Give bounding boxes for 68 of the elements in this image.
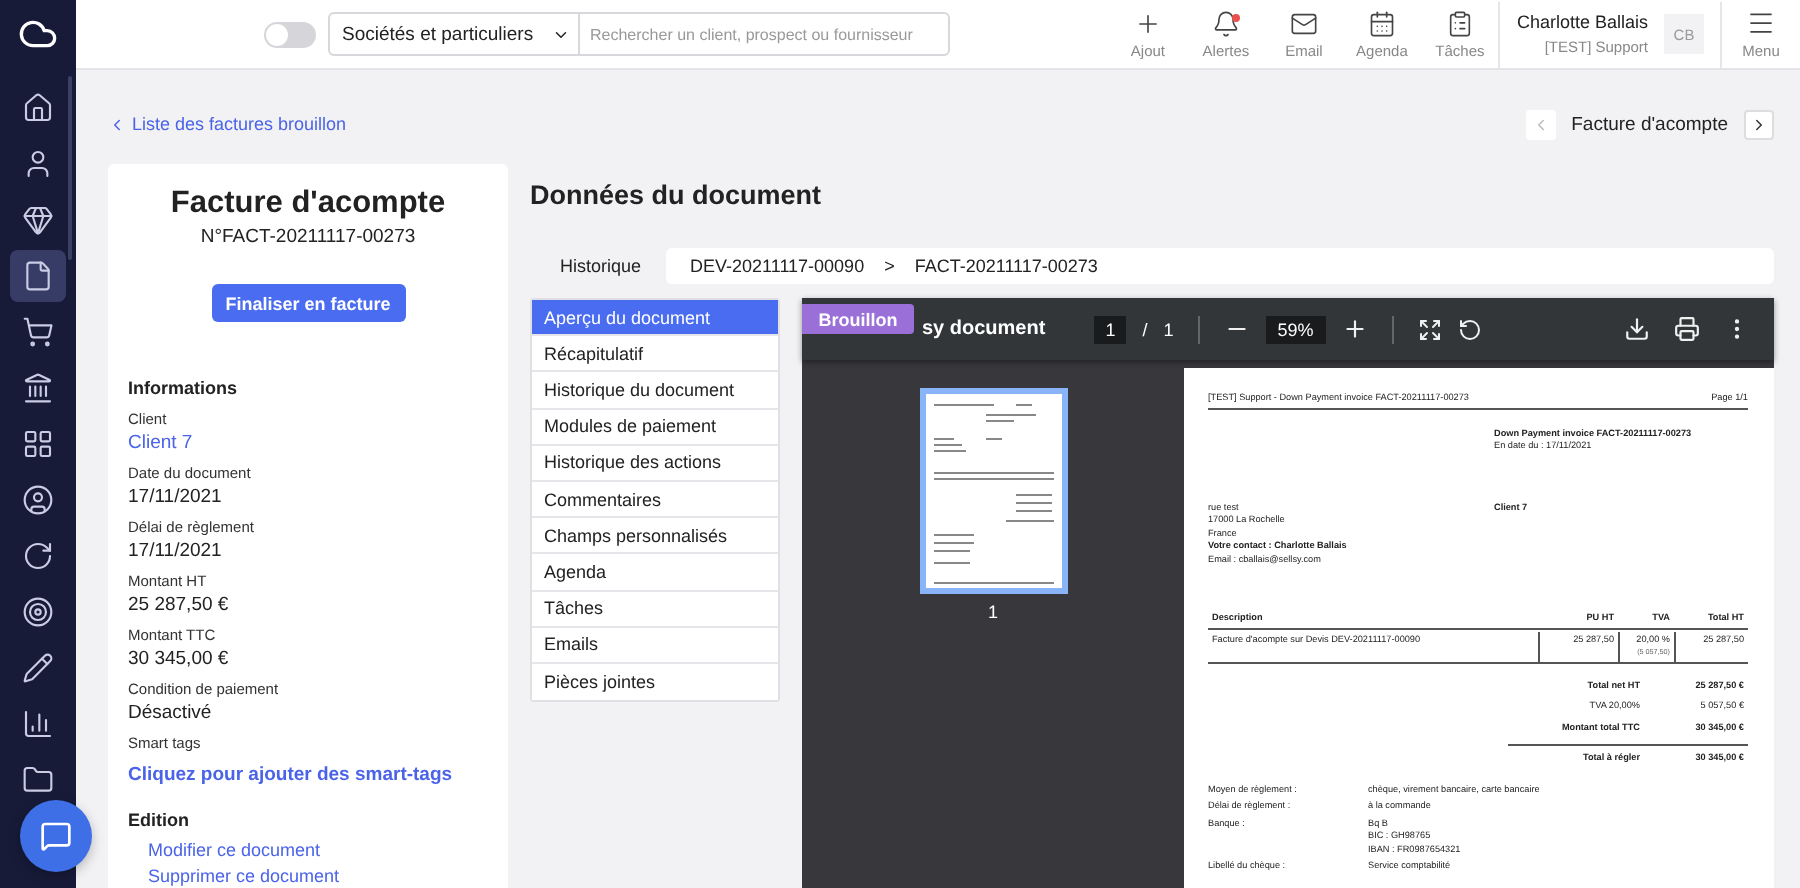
page-number-field[interactable]: 1 [1094, 315, 1127, 343]
rotate-icon [1457, 317, 1482, 341]
field-link[interactable]: Client 7 [128, 430, 488, 458]
document-number: N°FACT-20211117-00273 [198, 224, 418, 250]
document-nav-item[interactable] [10, 250, 66, 302]
rotate-button[interactable] [1457, 317, 1482, 341]
cart-icon [22, 316, 54, 348]
back-link[interactable]: Liste des factures brouillon [108, 114, 347, 134]
folder-icon [22, 764, 54, 796]
status-badge: Brouillon [802, 304, 914, 334]
chevron-left-icon [108, 115, 126, 133]
user-circle-icon [22, 484, 54, 516]
bell-icon [1211, 9, 1240, 37]
next-button[interactable] [1744, 109, 1774, 139]
grid-icon [22, 428, 54, 460]
field-value: 25 287,50 € [128, 592, 231, 620]
plus-icon [1341, 316, 1368, 342]
plus-icon [1133, 9, 1162, 37]
field-value: 17/11/2021 [128, 538, 224, 566]
zoom-in-button[interactable] [1341, 316, 1368, 342]
expand-icon [1417, 317, 1442, 341]
document-icon [22, 260, 54, 292]
target-icon [22, 596, 54, 628]
document-title: Facture d'acompte [168, 184, 448, 224]
viewer-title: sy document [922, 318, 1046, 340]
mail-icon [1289, 9, 1318, 37]
add-tags-link[interactable]: Cliquez pour ajouter des smart-tags [128, 762, 488, 790]
menu-item[interactable]: Aperçu du document [532, 300, 778, 337]
edit-link[interactable]: Modifier ce document [148, 840, 488, 862]
history-separator: > [884, 256, 895, 276]
user-name: Charlotte Ballais [1516, 12, 1648, 32]
notification-dot [1232, 13, 1241, 21]
clipboard-icon [1445, 9, 1474, 37]
chat-icon [40, 820, 72, 852]
chevron-right-icon [1750, 115, 1768, 133]
field-value: 30 345,00 € [128, 646, 231, 674]
print-button[interactable] [1674, 316, 1700, 342]
edit-link[interactable]: Supprimer ce document [148, 866, 488, 888]
field-value: Désactivé [128, 700, 214, 728]
home-icon [22, 92, 54, 124]
diamond-icon [22, 204, 54, 236]
history-step: FACT-20211117-00273 [914, 256, 1098, 276]
menu-icon [1746, 8, 1776, 38]
bar-chart-icon [22, 708, 54, 740]
refresh-icon [22, 540, 54, 572]
printer-icon [1674, 316, 1700, 342]
search-field[interactable]: Rechercher un client, prospect ou fournisseur [578, 12, 950, 56]
page-count: 1 [1163, 319, 1174, 339]
pager-title: Facture d'acompte [1571, 113, 1728, 135]
download-button[interactable] [1624, 316, 1650, 342]
section-title: Edition [128, 808, 191, 834]
field-value: 17/11/2021 [128, 484, 224, 512]
user-icon [22, 148, 54, 180]
page-separator: / [1142, 319, 1148, 339]
download-icon [1624, 316, 1650, 342]
fit-button[interactable] [1417, 317, 1442, 341]
history-step: DEV-20211117-00090 [690, 256, 865, 276]
zoom-field[interactable]: 59% [1265, 315, 1326, 343]
history-label: Historique [558, 256, 644, 276]
thumbnail-number: 1 [987, 602, 998, 622]
section-heading: Données du document [530, 180, 824, 212]
toggle-switch[interactable] [264, 21, 316, 47]
bank-icon [22, 372, 54, 404]
section-title: Informations [128, 376, 240, 402]
calendar-icon [1367, 9, 1396, 37]
finalize-button[interactable]: Finaliser en facture [211, 284, 405, 322]
pencil-icon [22, 652, 54, 684]
filter-select[interactable]: Sociétés et particuliers [328, 12, 578, 56]
